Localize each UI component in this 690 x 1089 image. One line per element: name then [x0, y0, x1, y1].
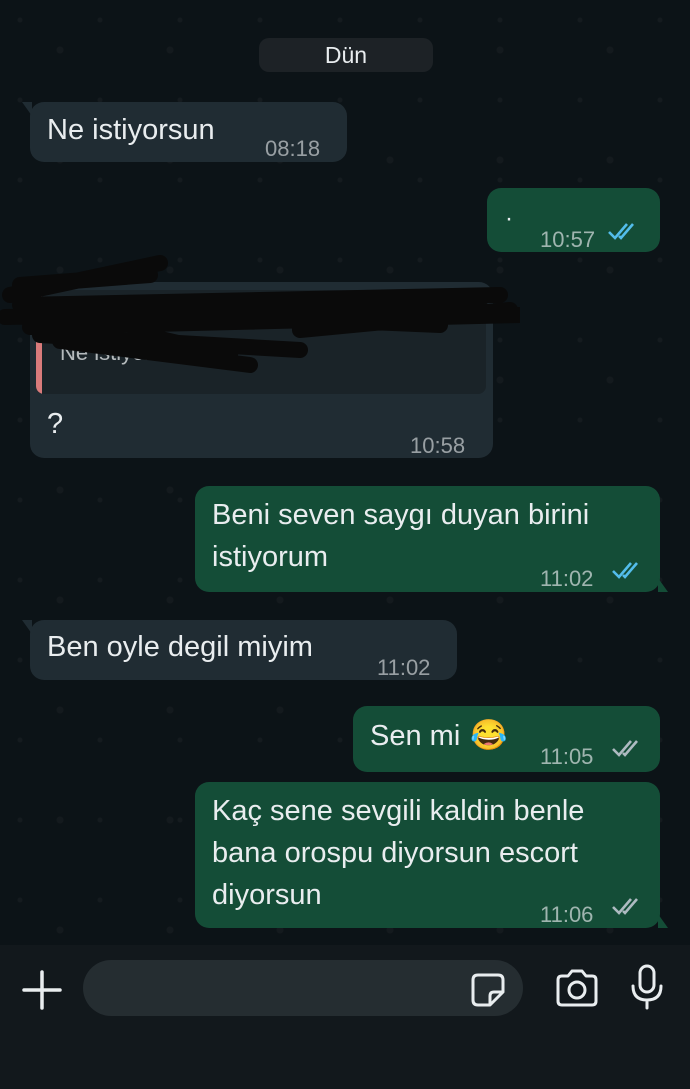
message-text-line: Beni seven saygı duyan birini [212, 499, 590, 531]
redaction-scribble [0, 255, 520, 373]
message-text: Sen mi [370, 720, 461, 752]
message-bubble-outgoing[interactable]: Sen mi 😂 11:05 [353, 706, 660, 772]
date-separator: Dün [259, 38, 433, 72]
message-time: 11:06 [540, 902, 594, 927]
camera-icon[interactable] [554, 968, 600, 1008]
message-text-line: Kaç sene sevgili kaldin benle [212, 795, 585, 827]
message-text: · [505, 205, 513, 232]
laughing-emoji: 😂 [470, 719, 508, 752]
mic-icon[interactable] [630, 964, 664, 1010]
message-time: 10:58 [410, 433, 466, 458]
message-text-line: bana orospu diyorsun escort [212, 837, 578, 869]
delivered-receipt-icon [612, 898, 638, 915]
plus-icon[interactable] [20, 968, 64, 1012]
message-text-line: diyorsun [212, 879, 322, 911]
message-time: 11:02 [377, 655, 431, 680]
message-text: ? [47, 408, 64, 440]
message-time: 11:02 [540, 566, 594, 591]
message-time: 10:57 [540, 227, 596, 252]
message-text: Ne istiyorsun [47, 114, 215, 146]
read-receipt-icon [612, 562, 638, 579]
message-time: 11:05 [540, 744, 594, 769]
message-text-line: istiyorum [212, 541, 329, 573]
message-time: 08:18 [265, 136, 321, 161]
message-bubble-incoming[interactable]: Ne istiyorsun 08:18 [22, 102, 347, 162]
message-bubble-outgoing[interactable]: Beni seven saygı duyan birini istiyorum … [195, 486, 668, 592]
read-receipt-icon [608, 223, 634, 240]
chat-area[interactable]: Dün Ne istiyorsun 08:18 · 10:57 ? 10:58 … [0, 0, 690, 945]
message-bubble-incoming[interactable]: Ben oyle degil miyim 11:02 [22, 620, 457, 680]
message-bubble-outgoing[interactable]: Kaç sene sevgili kaldin benle bana orosp… [195, 782, 668, 928]
message-input[interactable] [83, 960, 523, 1016]
message-text: Ben oyle degil miyim [47, 631, 313, 663]
message-bubble-outgoing[interactable]: · 10:57 [487, 188, 660, 252]
sticker-icon[interactable] [470, 972, 506, 1008]
delivered-receipt-icon [612, 740, 638, 757]
